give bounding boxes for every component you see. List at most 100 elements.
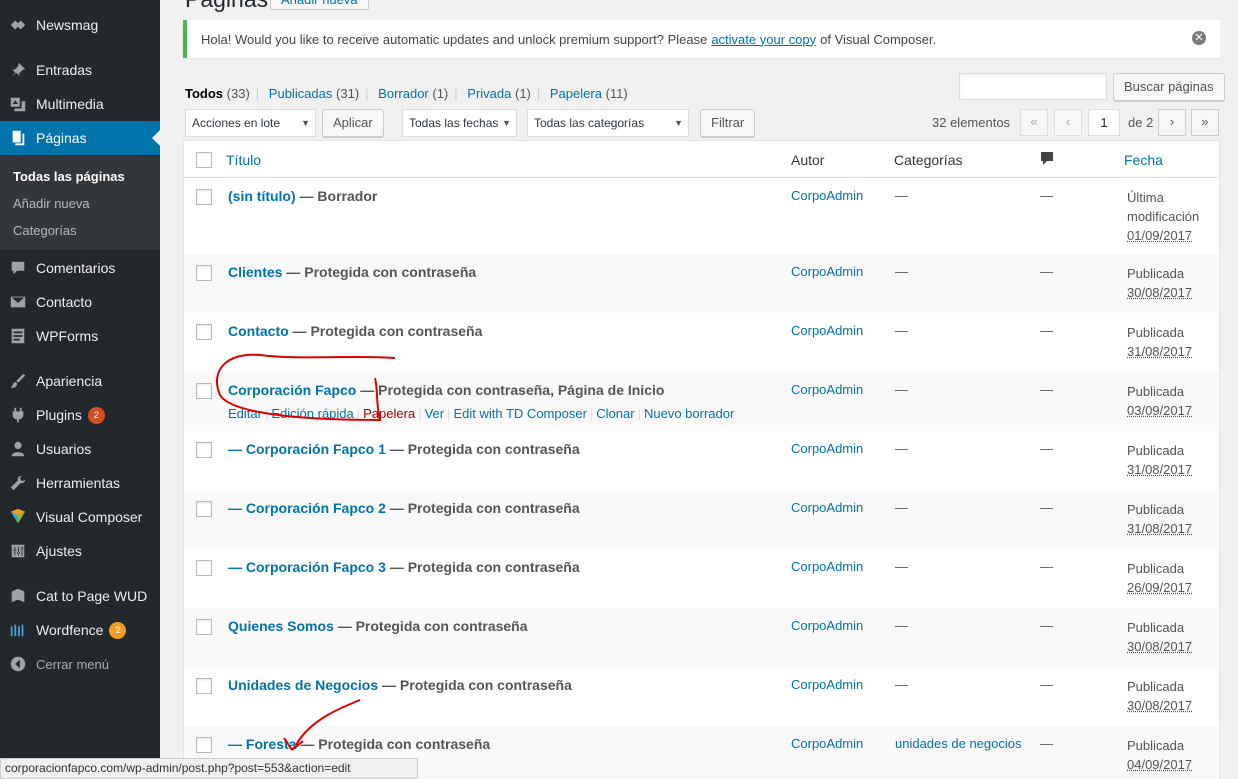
submenu-all-pages[interactable]: Todas las páginas [13,169,125,184]
row-checkbox[interactable] [196,442,212,458]
date-cell: Publicada 03/09/2017 [1127,382,1192,420]
row-action-link[interactable]: Ver [425,406,445,421]
column-date[interactable]: Fecha [1124,152,1163,168]
browser-status-url: corporacionfapco.com/wp-admin/post.php?p… [0,758,418,779]
row-checkbox[interactable] [196,189,212,205]
sidebar-item-entradas[interactable]: Entradas [0,53,160,87]
bulk-action-select[interactable]: Acciones en lote ▼ [185,109,316,137]
submenu-categories[interactable]: Categorías [13,223,77,238]
page-state: — Protegida con contraseña [386,559,580,575]
select-all-checkbox[interactable] [196,152,212,168]
page-title-link[interactable]: Unidades de Negocios [228,677,378,693]
row-action-link[interactable]: Editar [228,406,262,421]
sidebar-item-multimedia[interactable]: Multimedia [0,87,160,121]
author-link[interactable]: CorpoAdmin [791,618,863,633]
search-pages-button[interactable]: Buscar páginas [1113,73,1225,101]
category-cell: — [895,323,908,338]
sidebar-item-visual-composer[interactable]: Visual Composer [0,500,160,534]
sidebar-item-label: Visual Composer [36,509,142,525]
status-filters: Todos (33) | Publicadas (31) | Borrador (1… [185,86,628,101]
page-title-link[interactable]: Clientes [228,264,282,280]
dropdown-arrow-icon: ▼ [674,110,683,136]
row-action-link[interactable]: Papelera [363,406,415,421]
category-cell[interactable]: unidades de negocios [895,736,1022,751]
sidebar-item-ajustes[interactable]: Ajustes [0,534,160,568]
filter-draft[interactable]: Borrador [378,86,429,101]
author-link[interactable]: CorpoAdmin [791,677,863,692]
sidebar-item-paginas[interactable]: Páginas [0,121,160,155]
category-filter-select[interactable]: Todas las categorías ▼ [527,109,689,137]
author-link[interactable]: CorpoAdmin [791,264,863,279]
page-title-link[interactable]: — Corporación Fapco 2 [228,500,386,516]
sidebar-item-contacto[interactable]: Contacto [0,285,160,319]
sidebar-item-plugins[interactable]: Plugins 2 [0,398,160,432]
page-title-link[interactable]: Quienes Somos [228,618,334,634]
page-title-link[interactable]: — Corporación Fapco 1 [228,441,386,457]
comments-cell: — [1040,559,1053,574]
row-checkbox[interactable] [196,678,212,694]
page-title-link[interactable]: Contacto [228,323,289,339]
page-state: — Protegida con contraseña [282,264,476,280]
form-icon [0,327,36,345]
activate-link[interactable]: activate your copy [711,32,816,47]
sidebar-item-newsmag[interactable]: Newsmag [0,8,160,42]
author-link[interactable]: CorpoAdmin [791,382,863,397]
filter-all-count: (33) [227,86,250,101]
row-action-link[interactable]: Edición rápida [271,406,353,421]
filter-trash[interactable]: Papelera [550,86,602,101]
author-link[interactable]: CorpoAdmin [791,559,863,574]
sidebar-item-usuarios[interactable]: Usuarios [0,432,160,466]
author-link[interactable]: CorpoAdmin [791,323,863,338]
column-title[interactable]: Título [226,152,261,168]
sidebar-item-apariencia[interactable]: Apariencia [0,364,160,398]
filter-published[interactable]: Publicadas [269,86,333,101]
collapse-menu-button[interactable]: Cerrar menú [0,647,160,681]
row-action-link[interactable]: Clonar [596,406,634,421]
sidebar-item-comentarios[interactable]: Comentarios [0,251,160,285]
search-input[interactable] [959,73,1107,100]
last-page-button[interactable]: » [1191,109,1219,136]
row-action-link[interactable]: Nuevo borrador [644,406,734,421]
page-title-link[interactable]: — Foresta [228,736,296,752]
dismiss-icon[interactable]: ✕ [1192,31,1206,45]
page-title-link[interactable]: (sin título) [228,188,296,204]
comment-icon [0,259,36,277]
next-page-button[interactable]: › [1158,109,1186,136]
page-title-link[interactable]: — Corporación Fapco 3 [228,559,386,575]
sidebar-item-wordfence[interactable]: Wordfence 2 [0,613,160,647]
submenu-add-new[interactable]: Añadir nueva [13,196,90,211]
page-state: — Protegida con contraseña [386,500,580,516]
sidebar-item-herramientas[interactable]: Herramientas [0,466,160,500]
row-checkbox[interactable] [196,383,212,399]
page-title-cell: — Corporación Fapco 1 — Protegida con co… [228,441,580,457]
row-checkbox[interactable] [196,560,212,576]
add-new-button[interactable]: Añadir nueva [270,0,369,10]
comments-cell: — [1040,323,1053,338]
page-title-cell: — Corporación Fapco 2 — Protegida con co… [228,500,580,516]
author-link[interactable]: CorpoAdmin [791,500,863,515]
date-filter-select[interactable]: Todas las fechas ▼ [402,109,517,137]
row-action-link[interactable]: Edit with TD Composer [453,406,586,421]
row-checkbox[interactable] [196,265,212,281]
apply-button[interactable]: Aplicar [322,109,384,137]
comments-cell: — [1040,500,1053,515]
date-status: Publicada [1127,325,1184,340]
author-link[interactable]: CorpoAdmin [791,736,863,751]
filter-all[interactable]: Todos [185,86,223,101]
current-page-input[interactable]: 1 [1088,109,1120,136]
sidebar-item-wpforms[interactable]: WPForms [0,319,160,353]
comment-column-icon[interactable] [1040,151,1054,170]
row-checkbox[interactable] [196,324,212,340]
sidebar-item-cat-to-page[interactable]: Cat to Page WUD [0,579,160,613]
date-cell: Publicada 30/08/2017 [1127,677,1192,715]
date-cell: Publicada 31/08/2017 [1127,500,1192,538]
filter-button[interactable]: Filtrar [700,109,755,137]
filter-private[interactable]: Privada [467,86,511,101]
page-title-link[interactable]: Corporación Fapco [228,382,356,398]
row-checkbox[interactable] [196,737,212,753]
category-filter-value: Todas las categorías [534,116,644,130]
author-link[interactable]: CorpoAdmin [791,188,863,203]
row-checkbox[interactable] [196,619,212,635]
row-checkbox[interactable] [196,501,212,517]
author-link[interactable]: CorpoAdmin [791,441,863,456]
